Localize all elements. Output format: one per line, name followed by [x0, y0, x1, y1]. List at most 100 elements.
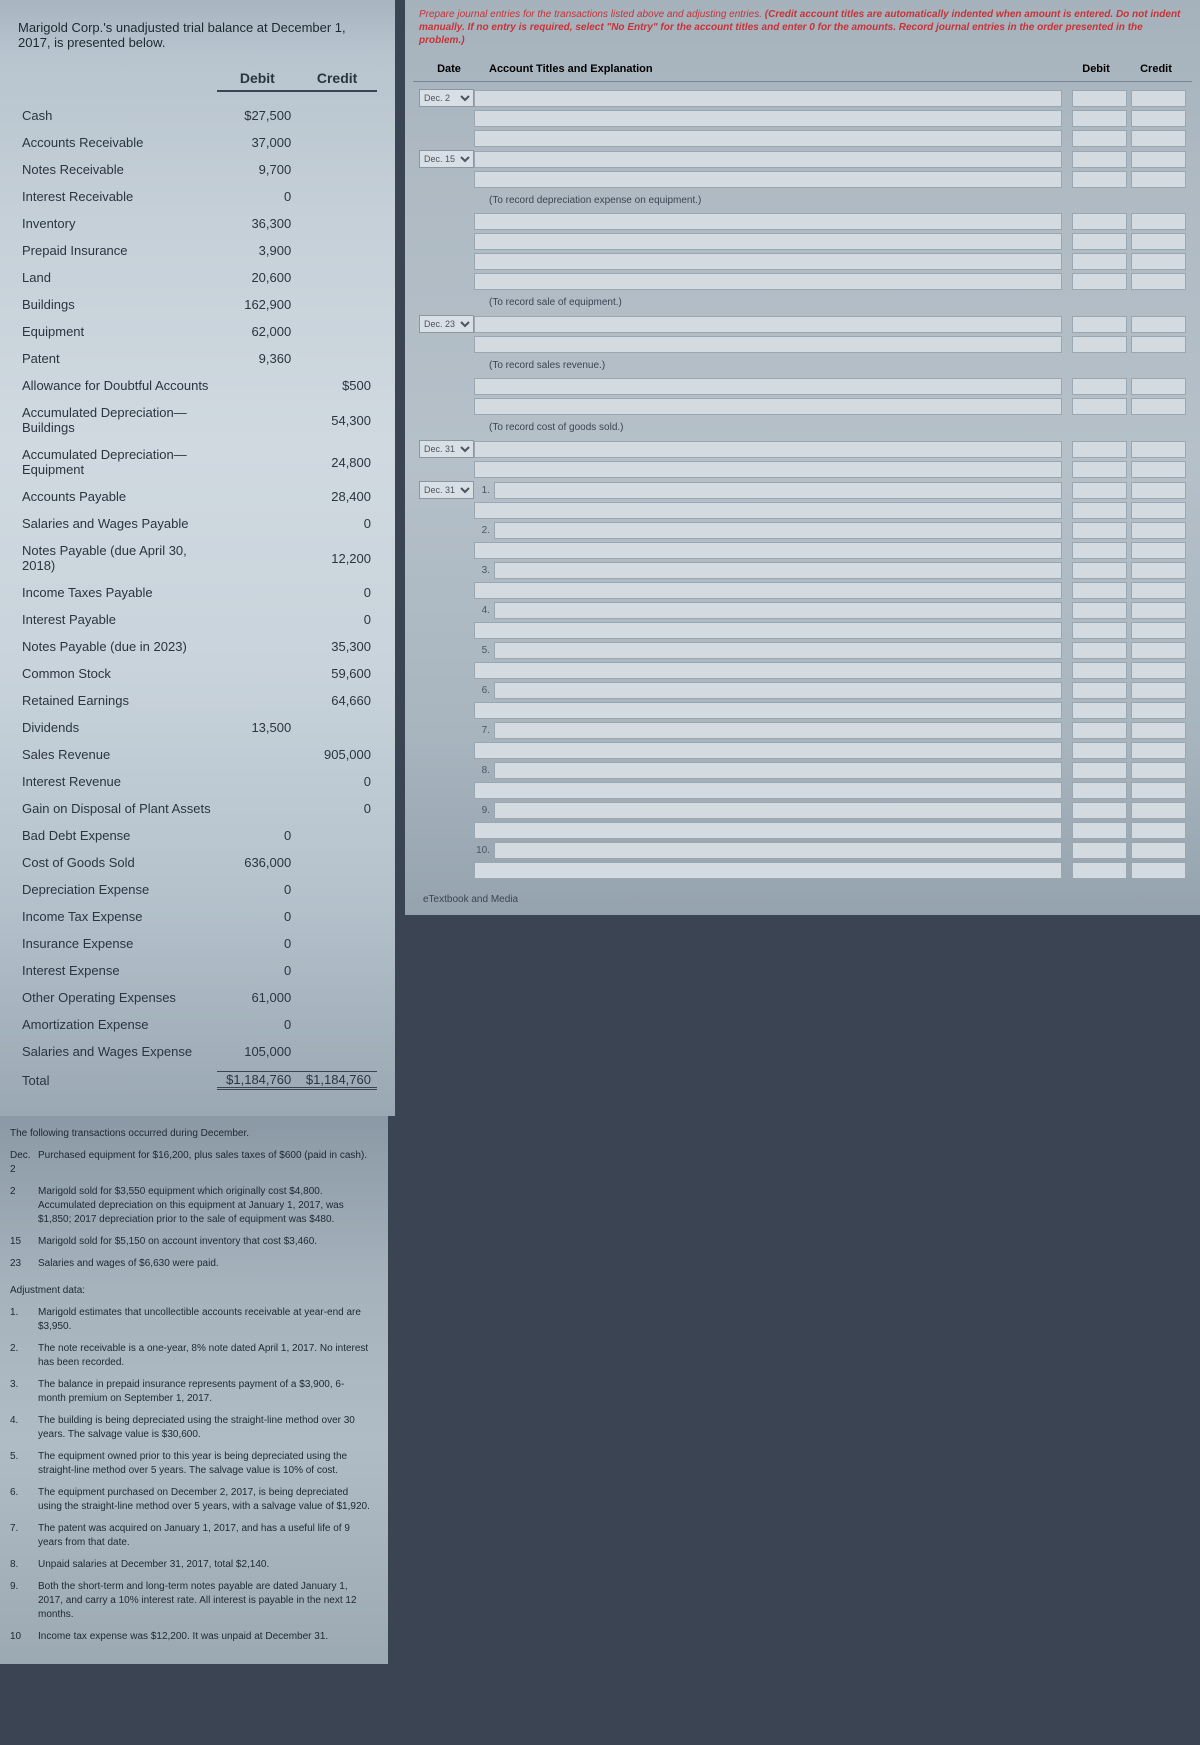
account-input[interactable] — [494, 642, 1062, 659]
account-input[interactable] — [474, 622, 1062, 639]
credit-input[interactable] — [1131, 171, 1186, 188]
credit-input[interactable] — [1131, 762, 1186, 779]
debit-input[interactable] — [1072, 802, 1127, 819]
debit-input[interactable] — [1072, 862, 1127, 879]
account-input[interactable] — [494, 482, 1062, 499]
credit-input[interactable] — [1131, 782, 1186, 799]
account-input[interactable] — [494, 762, 1062, 779]
credit-input[interactable] — [1131, 233, 1186, 250]
credit-input[interactable] — [1131, 316, 1186, 333]
account-input[interactable] — [474, 502, 1062, 519]
date-select[interactable]: Dec. 31 — [419, 481, 474, 499]
account-input[interactable] — [474, 441, 1062, 458]
account-input[interactable] — [474, 213, 1062, 230]
credit-input[interactable] — [1131, 682, 1186, 699]
account-input[interactable] — [474, 862, 1062, 879]
debit-input[interactable] — [1072, 90, 1127, 107]
account-input[interactable] — [474, 461, 1062, 478]
debit-input[interactable] — [1072, 702, 1127, 719]
date-select[interactable]: Dec. 2 — [419, 89, 474, 107]
debit-input[interactable] — [1072, 233, 1127, 250]
debit-input[interactable] — [1072, 782, 1127, 799]
credit-input[interactable] — [1131, 213, 1186, 230]
debit-input[interactable] — [1072, 662, 1127, 679]
account-input[interactable] — [494, 722, 1062, 739]
debit-input[interactable] — [1072, 562, 1127, 579]
account-input[interactable] — [474, 316, 1062, 333]
credit-input[interactable] — [1131, 336, 1186, 353]
account-input[interactable] — [494, 602, 1062, 619]
credit-input[interactable] — [1131, 542, 1186, 559]
credit-input[interactable] — [1131, 622, 1186, 639]
debit-input[interactable] — [1072, 378, 1127, 395]
credit-input[interactable] — [1131, 702, 1186, 719]
debit-input[interactable] — [1072, 151, 1127, 168]
debit-input[interactable] — [1072, 398, 1127, 415]
credit-input[interactable] — [1131, 662, 1186, 679]
debit-input[interactable] — [1072, 822, 1127, 839]
account-input[interactable] — [474, 110, 1062, 127]
debit-input[interactable] — [1072, 253, 1127, 270]
credit-input[interactable] — [1131, 502, 1186, 519]
account-input[interactable] — [474, 378, 1062, 395]
credit-input[interactable] — [1131, 562, 1186, 579]
account-input[interactable] — [474, 130, 1062, 147]
credit-input[interactable] — [1131, 151, 1186, 168]
account-input[interactable] — [474, 90, 1062, 107]
debit-input[interactable] — [1072, 273, 1127, 290]
account-input[interactable] — [494, 842, 1062, 859]
account-input[interactable] — [474, 398, 1062, 415]
account-input[interactable] — [474, 273, 1062, 290]
account-input[interactable] — [474, 702, 1062, 719]
credit-input[interactable] — [1131, 441, 1186, 458]
debit-input[interactable] — [1072, 441, 1127, 458]
credit-input[interactable] — [1131, 802, 1186, 819]
account-input[interactable] — [494, 562, 1062, 579]
credit-input[interactable] — [1131, 482, 1186, 499]
debit-input[interactable] — [1072, 722, 1127, 739]
debit-input[interactable] — [1072, 502, 1127, 519]
account-input[interactable] — [474, 662, 1062, 679]
credit-input[interactable] — [1131, 862, 1186, 879]
credit-input[interactable] — [1131, 842, 1186, 859]
credit-input[interactable] — [1131, 722, 1186, 739]
debit-input[interactable] — [1072, 742, 1127, 759]
account-input[interactable] — [474, 742, 1062, 759]
debit-input[interactable] — [1072, 642, 1127, 659]
account-input[interactable] — [494, 522, 1062, 539]
debit-input[interactable] — [1072, 461, 1127, 478]
credit-input[interactable] — [1131, 742, 1186, 759]
date-select[interactable]: Dec. 23 — [419, 315, 474, 333]
credit-input[interactable] — [1131, 461, 1186, 478]
debit-input[interactable] — [1072, 522, 1127, 539]
debit-input[interactable] — [1072, 622, 1127, 639]
date-select[interactable]: Dec. 31 — [419, 440, 474, 458]
debit-input[interactable] — [1072, 482, 1127, 499]
debit-input[interactable] — [1072, 542, 1127, 559]
credit-input[interactable] — [1131, 378, 1186, 395]
debit-input[interactable] — [1072, 336, 1127, 353]
credit-input[interactable] — [1131, 642, 1186, 659]
account-input[interactable] — [494, 802, 1062, 819]
credit-input[interactable] — [1131, 110, 1186, 127]
account-input[interactable] — [474, 782, 1062, 799]
debit-input[interactable] — [1072, 130, 1127, 147]
account-input[interactable] — [494, 682, 1062, 699]
account-input[interactable] — [474, 151, 1062, 168]
account-input[interactable] — [474, 253, 1062, 270]
debit-input[interactable] — [1072, 602, 1127, 619]
credit-input[interactable] — [1131, 130, 1186, 147]
debit-input[interactable] — [1072, 316, 1127, 333]
debit-input[interactable] — [1072, 582, 1127, 599]
etextbook-link[interactable]: eTextbook and Media — [413, 886, 1192, 907]
credit-input[interactable] — [1131, 822, 1186, 839]
credit-input[interactable] — [1131, 398, 1186, 415]
credit-input[interactable] — [1131, 602, 1186, 619]
account-input[interactable] — [474, 233, 1062, 250]
debit-input[interactable] — [1072, 171, 1127, 188]
account-input[interactable] — [474, 822, 1062, 839]
credit-input[interactable] — [1131, 522, 1186, 539]
credit-input[interactable] — [1131, 253, 1186, 270]
debit-input[interactable] — [1072, 762, 1127, 779]
credit-input[interactable] — [1131, 582, 1186, 599]
